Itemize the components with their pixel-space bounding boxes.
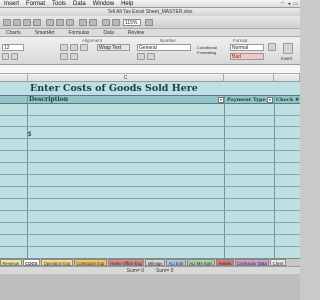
status-bar: Sum= 0 Sum= 0: [0, 266, 300, 274]
sheet-tabs: Revenue COGS Operation Exp Contractor Ex…: [0, 258, 300, 266]
volume-icon[interactable]: ◂: [288, 1, 291, 7]
column-header-b[interactable]: [0, 74, 28, 82]
autosum-icon[interactable]: [102, 19, 110, 26]
sheet-tab-contractor-exp[interactable]: Contractor Exp: [73, 259, 107, 266]
new-icon[interactable]: [3, 19, 11, 26]
styles-scroll-icon[interactable]: [268, 43, 276, 51]
column-headers: C: [0, 74, 300, 82]
save-icon[interactable]: [23, 19, 31, 26]
alignment-group-title: Alignment: [82, 38, 103, 43]
indent-icon[interactable]: [60, 53, 68, 60]
standard-toolbar: 115%: [0, 16, 300, 29]
sheet-tab-ali-exh[interactable]: ALI Exh: [166, 259, 186, 266]
tab-formulas[interactable]: Formulas: [68, 30, 89, 36]
wrap-text-button[interactable]: Wrap Text: [97, 44, 130, 51]
undo-icon[interactable]: [79, 19, 87, 26]
row-line: [0, 115, 300, 116]
percent-icon[interactable]: [147, 53, 155, 60]
align-left-icon[interactable]: [60, 44, 68, 51]
window-title-bar: Tell All Tax Excel Sheet_MASTER.xlsx: [0, 8, 300, 16]
row-line: [0, 234, 300, 235]
header-check[interactable]: Check #: [276, 96, 299, 104]
ribbon: Alignment Number Format 12 Wrap Text Gen…: [0, 37, 300, 65]
sheet-tab-mileage[interactable]: Mileage: [145, 259, 166, 266]
column-header-d[interactable]: [224, 74, 274, 82]
table-header-row: Description ▾ Payment Type ▾ Check #: [0, 95, 300, 104]
ribbon-tabs: Charts SmartArt Formulas Data Review: [0, 29, 300, 37]
tab-smartart[interactable]: SmartArt: [35, 30, 55, 36]
align-center-icon[interactable]: [70, 44, 78, 51]
zoom-select[interactable]: 115%: [123, 19, 141, 26]
row-line: [0, 222, 300, 223]
format-group-title: Format: [233, 38, 248, 43]
worksheet-grid[interactable]: Enter Costs of Goods Sold Here Descripti…: [0, 82, 300, 258]
conditional-formatting-button[interactable]: Conditional Formatting: [197, 45, 227, 55]
sheet-tab-client[interactable]: Client: [270, 259, 286, 266]
row-line: [0, 150, 300, 151]
status-sum: Sum= 0: [126, 267, 144, 274]
column-header-c[interactable]: C: [28, 74, 224, 82]
row-line: [0, 126, 300, 127]
bold-icon[interactable]: [2, 53, 9, 60]
style-normal[interactable]: Normal: [230, 44, 264, 51]
number-format-select[interactable]: General: [137, 44, 191, 51]
cut-icon[interactable]: [46, 19, 54, 26]
header-description[interactable]: Description: [29, 96, 68, 104]
tab-data[interactable]: Data: [103, 30, 114, 36]
sheet-tab-revenue[interactable]: Revenue: [0, 259, 22, 266]
row-line: [0, 138, 300, 139]
sheet-tab-assets[interactable]: Assets: [216, 259, 234, 266]
redo-icon[interactable]: [89, 19, 97, 26]
style-bad[interactable]: Bad: [230, 53, 264, 60]
menu-help[interactable]: Help: [121, 1, 133, 7]
sheet-tab-operation-exp[interactable]: Operation Exp: [41, 259, 73, 266]
paste-icon[interactable]: [66, 19, 74, 26]
row-line: [0, 174, 300, 175]
outdent-icon[interactable]: [70, 53, 78, 60]
currency-icon[interactable]: [137, 53, 145, 60]
menu-format[interactable]: Format: [26, 1, 45, 7]
row-line: [0, 210, 300, 211]
sheet-tab-cogs[interactable]: COGS: [22, 259, 41, 266]
sheet-title: Enter Costs of Goods Sold Here: [30, 83, 198, 94]
header-payment-type[interactable]: Payment Type: [227, 96, 266, 104]
row-line: [0, 246, 300, 247]
open-icon[interactable]: [13, 19, 21, 26]
sheet-tab-ali-ma-sum[interactable]: ALI MA Sum: [186, 259, 216, 266]
status-sum-dropdown[interactable]: Sum= 0: [156, 268, 173, 274]
formula-bar[interactable]: [0, 65, 300, 74]
menu-tools[interactable]: Tools: [52, 1, 66, 7]
battery-icon[interactable]: ▭: [293, 1, 298, 7]
sheet-tab-contractor-data[interactable]: Contractor Data: [234, 259, 270, 266]
cell-currency-value[interactable]: $: [28, 132, 31, 138]
font-size-select[interactable]: 12: [2, 44, 24, 51]
sort-icon[interactable]: [112, 19, 120, 26]
window-title: Tell All Tax Excel Sheet_MASTER.xlsx: [107, 9, 193, 15]
italic-icon[interactable]: [11, 53, 18, 60]
menu-insert[interactable]: Insert: [4, 1, 19, 7]
wifi-icon[interactable]: ◠: [280, 1, 284, 7]
row-line: [0, 186, 300, 187]
menu-data[interactable]: Data: [73, 1, 86, 7]
print-icon[interactable]: [33, 19, 41, 26]
insert-cells-icon[interactable]: [283, 43, 293, 54]
menu-bar: Insert Format Tools Data Window Help ◠ ◂…: [0, 0, 300, 8]
tab-charts[interactable]: Charts: [6, 30, 21, 36]
align-right-icon[interactable]: [80, 44, 88, 51]
menu-status-icons: ◠ ◂ ▭: [280, 1, 300, 7]
sheet-tab-home-office-exp[interactable]: Home Office Exp: [107, 259, 145, 266]
insert-label[interactable]: Insert: [281, 56, 292, 61]
help-icon[interactable]: [145, 19, 153, 26]
row-line: [0, 162, 300, 163]
number-group-title: Number: [160, 38, 177, 43]
row-line: [0, 198, 300, 199]
desktop-background: [0, 274, 300, 300]
column-header-e[interactable]: [274, 74, 300, 82]
filter-dropdown-payment-type[interactable]: ▾: [267, 97, 273, 103]
copy-icon[interactable]: [56, 19, 64, 26]
tab-review[interactable]: Review: [128, 30, 144, 36]
menu-window[interactable]: Window: [93, 1, 114, 7]
